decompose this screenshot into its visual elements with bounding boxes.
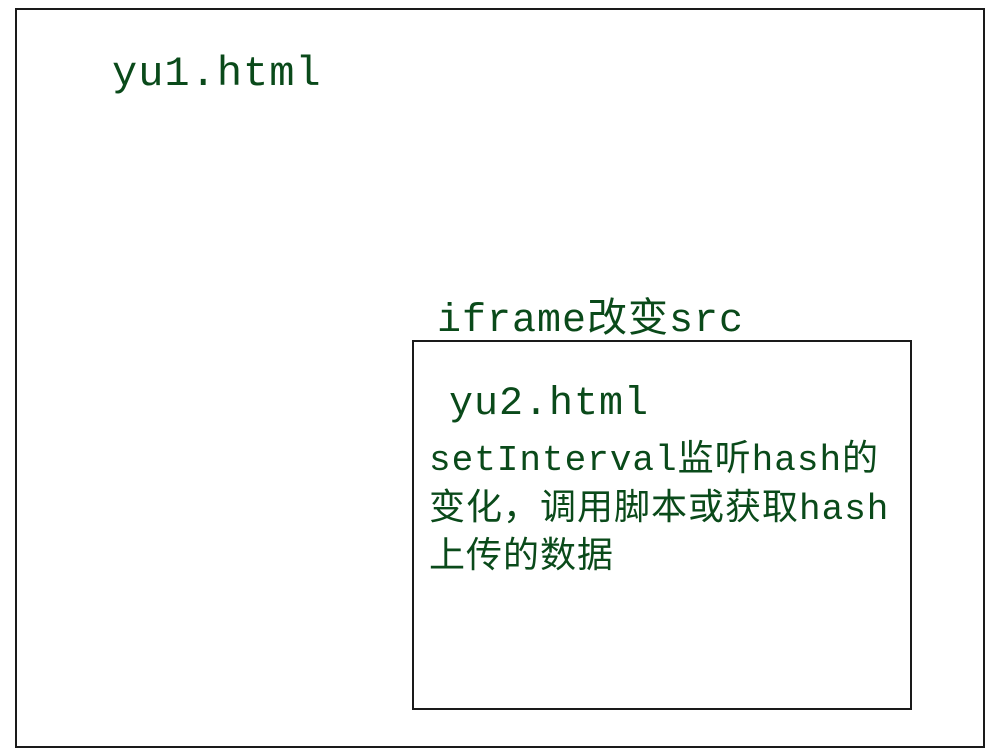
inner-page-title: yu2.html — [449, 382, 649, 427]
inner-description: setInterval监听hash的变化，调用脚本或获取hash上传的数据 — [429, 437, 899, 583]
inner-iframe-box: yu2.html setInterval监听hash的变化，调用脚本或获取has… — [412, 340, 912, 710]
outer-container: yu1.html iframe改变src yu2.html setInterva… — [15, 8, 985, 748]
iframe-label: iframe改变src — [437, 285, 744, 344]
outer-page-title: yu1.html — [112, 50, 322, 98]
